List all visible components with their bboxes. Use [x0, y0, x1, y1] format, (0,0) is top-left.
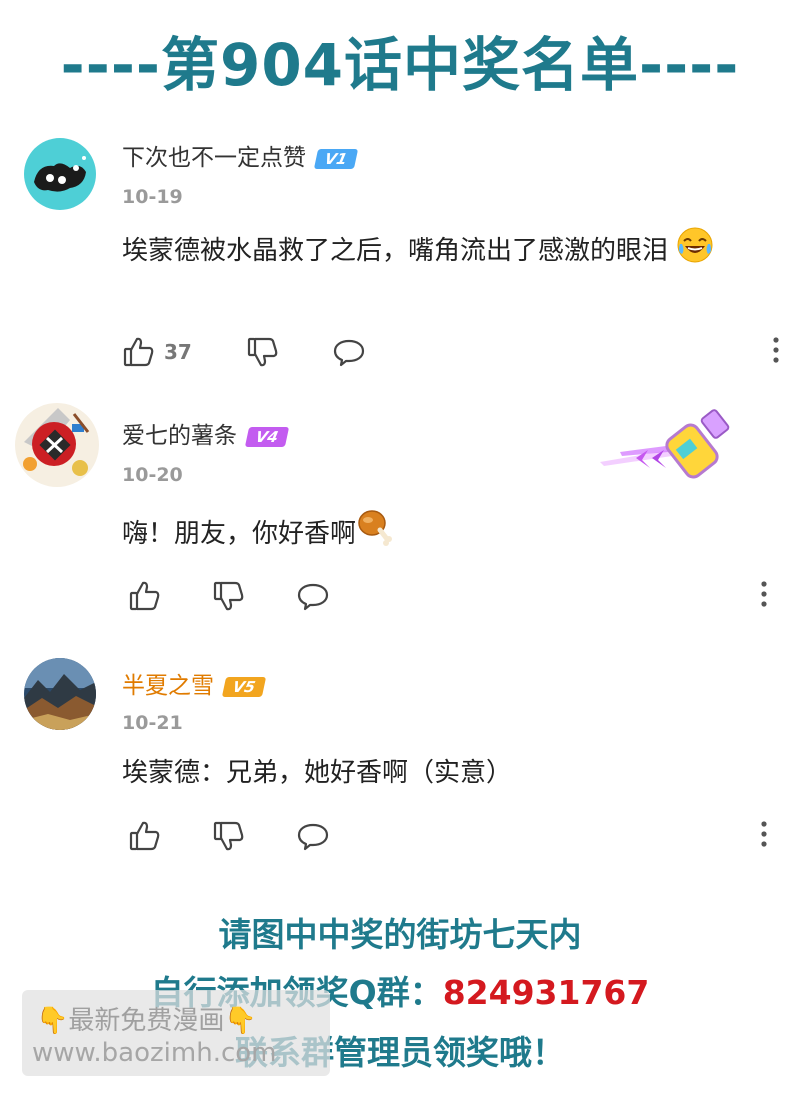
username[interactable]: 下次也不一定点赞	[122, 145, 306, 171]
comment-actions	[122, 816, 782, 856]
avatar[interactable]	[24, 138, 96, 210]
comment-text: 嗨！朋友，你好香啊	[122, 519, 357, 549]
thumbs-down-icon	[246, 335, 280, 369]
avatar[interactable]	[14, 402, 100, 488]
comment-date: 10-21	[122, 712, 183, 734]
level-badge: V1	[313, 148, 359, 169]
username-row: 下次也不一定点赞 V1	[122, 138, 359, 172]
watermark-text: 👇最新免费漫画👇	[36, 1006, 257, 1036]
comment-bubble-icon	[296, 819, 330, 853]
thumbs-down-icon	[212, 819, 246, 853]
username-row: 半夏之雪 V5	[122, 666, 267, 700]
thumbs-up-icon	[128, 819, 162, 853]
reply-button[interactable]	[296, 576, 330, 616]
comment-text: 埃蒙德：兄弟，她好香啊（实意）	[122, 758, 513, 788]
like-button[interactable]	[128, 576, 170, 616]
watermark: 👇最新免费漫画👇 www.baozimh.com	[22, 990, 330, 1076]
username[interactable]: 半夏之雪	[122, 673, 214, 699]
comment-bubble-icon	[296, 579, 330, 613]
comment-bubble-icon	[332, 335, 366, 369]
comment-text-block: 嗨！朋友，你好香啊	[122, 508, 772, 561]
paint-bottle-decoration	[600, 406, 750, 486]
more-options-icon[interactable]	[772, 336, 782, 368]
level-badge: V5	[221, 676, 267, 697]
like-button[interactable]	[128, 816, 170, 856]
username-row: 爱七的薯条 V4	[122, 416, 290, 450]
comment-actions	[122, 576, 782, 616]
comment-text-block: 埃蒙德被水晶救了之后，嘴角流出了感激的眼泪	[122, 226, 772, 277]
thumbs-down-icon	[212, 579, 246, 613]
comment-text: 埃蒙德被水晶救了之后，嘴角流出了感激的眼泪	[122, 236, 669, 266]
username[interactable]: 爱七的薯条	[122, 423, 237, 449]
page-title: ----第904话中奖名单----	[60, 31, 740, 99]
comment-text-block: 埃蒙德：兄弟，她好香啊（实意）	[122, 752, 772, 794]
reply-button[interactable]	[332, 332, 366, 372]
qq-group-number[interactable]: 824931767	[443, 973, 650, 1012]
chicken-leg-emoji	[356, 508, 394, 561]
level-badge: V4	[244, 426, 290, 447]
dislike-button[interactable]	[246, 332, 280, 372]
footer-line-1: 请图中中奖的街坊七天内	[218, 915, 582, 954]
thumbs-up-icon	[122, 335, 156, 369]
more-options-icon[interactable]	[760, 820, 770, 852]
laughing-tears-emoji	[676, 226, 714, 277]
like-button[interactable]: 37	[122, 332, 192, 372]
watermark-url: www.baozimh.com	[32, 1038, 277, 1068]
dislike-button[interactable]	[212, 816, 246, 856]
more-options-icon[interactable]	[760, 580, 770, 612]
comment-actions: 37	[122, 332, 782, 372]
like-count: 37	[164, 340, 192, 364]
reply-button[interactable]	[296, 816, 330, 856]
thumbs-up-icon	[128, 579, 162, 613]
dislike-button[interactable]	[212, 576, 246, 616]
comment-date: 10-20	[122, 464, 183, 486]
avatar[interactable]	[24, 658, 96, 730]
comment-date: 10-19	[122, 186, 183, 208]
